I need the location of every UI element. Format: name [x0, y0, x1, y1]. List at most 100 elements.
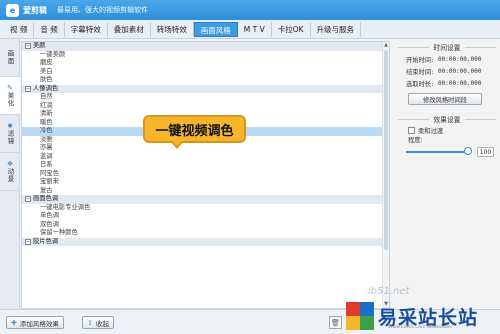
- collapse-toggle-icon[interactable]: −: [25, 238, 31, 245]
- list-item[interactable]: 磨皮: [22, 59, 389, 68]
- list-item[interactable]: 阿宝色: [22, 170, 389, 179]
- time-settings-title: 时间设置: [394, 41, 500, 53]
- soft-transition-checkbox[interactable]: [408, 127, 415, 134]
- item-label: 日系: [40, 161, 53, 168]
- sidetab-label: 动景: [6, 168, 14, 183]
- tab-overlay[interactable]: 叠加素材: [108, 21, 151, 37]
- callout-arrow-inner: [173, 141, 181, 146]
- sidetab-picture[interactable]: 画面: [0, 39, 20, 77]
- item-label: 美白: [40, 67, 53, 75]
- degree-slider-row: 100: [394, 146, 500, 158]
- list-group-header[interactable]: − 美颜: [22, 42, 389, 51]
- list-scrollbar[interactable]: ▲ ▼: [382, 42, 389, 308]
- sidetab-label: 美化: [6, 92, 14, 107]
- list-item[interactable]: 美白: [22, 68, 389, 77]
- title-bar: e 爱剪辑 最易用、强大的视频剪辑软件: [0, 0, 500, 20]
- item-label: 自然: [40, 93, 53, 100]
- tab-transitions[interactable]: 转场特效: [151, 21, 194, 37]
- tab-audio[interactable]: 音 频: [34, 21, 65, 37]
- add-icon: ✚: [11, 318, 17, 327]
- list-item[interactable]: 一键电影专业调色: [22, 204, 389, 213]
- list-group-header[interactable]: − 人像调色: [22, 84, 389, 93]
- list-item[interactable]: 日系: [22, 161, 389, 170]
- watermark-url: ib51.net: [368, 286, 410, 297]
- duration-label: 选取时长:: [406, 80, 434, 88]
- group-label: 人像调色: [33, 84, 59, 92]
- tab-upgrade-service[interactable]: 升级与服务: [311, 21, 362, 37]
- watermark-subtitle: Www.Easck.Com Webmaster: [388, 325, 453, 330]
- list-group-header[interactable]: − 胶片色调: [22, 237, 389, 246]
- item-label: 冷色: [40, 127, 53, 134]
- sidetab-label: 画面: [6, 50, 14, 65]
- sidetab-label: 滤镜: [6, 130, 14, 145]
- item-label: 磨皮: [40, 59, 53, 66]
- degree-label: 程度:: [408, 137, 423, 144]
- start-time-row: 开始时间: 00:00:00.000: [394, 53, 500, 65]
- group-label: 画面色调: [33, 195, 59, 202]
- collapse-icon: ⇧: [87, 318, 93, 327]
- list-item[interactable]: 保留一种颜色: [22, 229, 389, 238]
- list-item[interactable]: 单色调: [22, 212, 389, 221]
- item-label: 复古: [40, 186, 53, 194]
- item-label: 淡雅: [40, 135, 53, 143]
- scroll-thumb[interactable]: [384, 50, 388, 250]
- item-label: 蓝调: [40, 152, 53, 160]
- side-tabs: 画面 ✎ 美化 ✸ 滤镜 ❖ 动景: [0, 39, 20, 334]
- tab-picture-style[interactable]: 画面风格: [193, 21, 238, 37]
- list-item[interactable]: 一键美颜: [22, 51, 389, 60]
- duration-row: 选取时长: 00:00:00.000: [394, 77, 500, 89]
- motion-icon: ❖: [6, 160, 14, 168]
- list-item[interactable]: 蓝调: [22, 153, 389, 162]
- list-item[interactable]: 肤色: [22, 76, 389, 85]
- list-item[interactable]: 双色调: [22, 221, 389, 230]
- sidetab-beautify[interactable]: ✎ 美化: [0, 77, 20, 115]
- item-label: 一键电影专业调色: [40, 203, 91, 211]
- tab-video[interactable]: 视 频: [4, 21, 35, 37]
- watermark-logo-icon: [346, 302, 374, 330]
- item-label: 清新: [40, 110, 53, 117]
- collapse-toggle-icon[interactable]: −: [25, 196, 31, 202]
- item-label: 双色调: [40, 220, 59, 228]
- tab-mtv[interactable]: M T V: [238, 21, 272, 37]
- duration-value: 00:00:00.000: [438, 79, 482, 87]
- group-label: 美颜: [33, 42, 46, 49]
- list-item[interactable]: 亦暑: [22, 144, 389, 153]
- effect-settings-title: 效果设置: [394, 113, 500, 125]
- end-time-label: 结束时间:: [406, 68, 434, 76]
- start-time-label: 开始时间:: [406, 56, 434, 64]
- scroll-up-icon[interactable]: ▲: [383, 42, 389, 49]
- collapse-toggle-icon[interactable]: −: [25, 43, 31, 49]
- tab-karaoke[interactable]: 卡拉OK: [272, 21, 311, 37]
- trash-icon[interactable]: 🗑: [329, 316, 342, 329]
- settings-panel: 时间设置 开始时间: 00:00:00.000 结束时间: 00:00:00.0…: [394, 41, 500, 309]
- list-group-header[interactable]: − 画面色调: [22, 195, 389, 204]
- app-logo-icon: e: [6, 3, 19, 17]
- degree-value-field[interactable]: 100: [477, 147, 494, 157]
- item-label: 单色调: [40, 212, 59, 219]
- tab-subtitle-effects[interactable]: 字幕特效: [65, 21, 108, 37]
- list-item[interactable]: 宝丽来: [22, 178, 389, 187]
- list-item[interactable]: 红润: [22, 102, 389, 111]
- style-list: − 美颜 一键美颜 磨皮 美白 肤色 − 人像调色 自然 红润 清新 暖色 冷色 淡雅 亦暑 蓝调 日系 阿宝色宝…: [21, 41, 390, 309]
- sidetab-motion[interactable]: ❖ 动景: [0, 153, 20, 191]
- degree-slider-track[interactable]: [406, 151, 468, 153]
- add-style-effect-button[interactable]: ✚ 添加风格效果: [6, 316, 64, 329]
- list-item[interactable]: 复古: [22, 187, 389, 196]
- item-label: 红润: [40, 101, 53, 109]
- item-label: 亦暑: [40, 144, 53, 151]
- group-label: 胶片色调: [33, 237, 59, 245]
- collapse-toggle-icon[interactable]: −: [25, 85, 31, 92]
- modify-style-time-button[interactable]: 修改风格时间段: [408, 93, 482, 105]
- list-item[interactable]: 自然: [22, 93, 389, 102]
- collapse-button[interactable]: ⇧ 收起: [82, 316, 114, 329]
- soft-transition-row[interactable]: 柔和过渡: [394, 125, 500, 136]
- item-label: 暖色: [40, 118, 53, 126]
- main-menu: 视 频 音 频 字幕特效 叠加素材 转场特效 画面风格 M T V 卡拉OK 升…: [0, 20, 500, 39]
- degree-slider-thumb[interactable]: [464, 147, 472, 155]
- start-time-value[interactable]: 00:00:00.000: [438, 56, 481, 63]
- magic-wand-icon: ✎: [7, 84, 13, 92]
- callout-annotation: 一键视频调色: [143, 115, 246, 143]
- item-label: 保留一种颜色: [40, 229, 78, 236]
- end-time-value[interactable]: 00:00:00.000: [438, 68, 481, 75]
- sidetab-filter[interactable]: ✸ 滤镜: [0, 115, 20, 153]
